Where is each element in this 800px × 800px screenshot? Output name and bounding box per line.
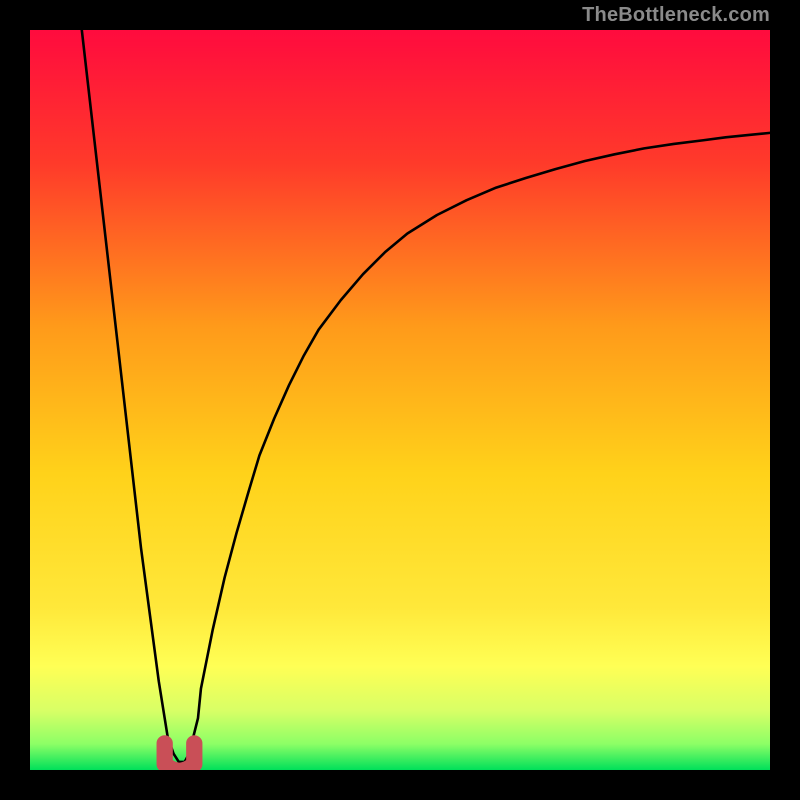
- curve-path: [82, 30, 770, 762]
- bottleneck-curve: [30, 30, 770, 770]
- chart-frame: TheBottleneck.com: [0, 0, 800, 800]
- minimum-marker: [165, 743, 195, 770]
- plot-area: [30, 30, 770, 770]
- watermark-text: TheBottleneck.com: [582, 4, 770, 27]
